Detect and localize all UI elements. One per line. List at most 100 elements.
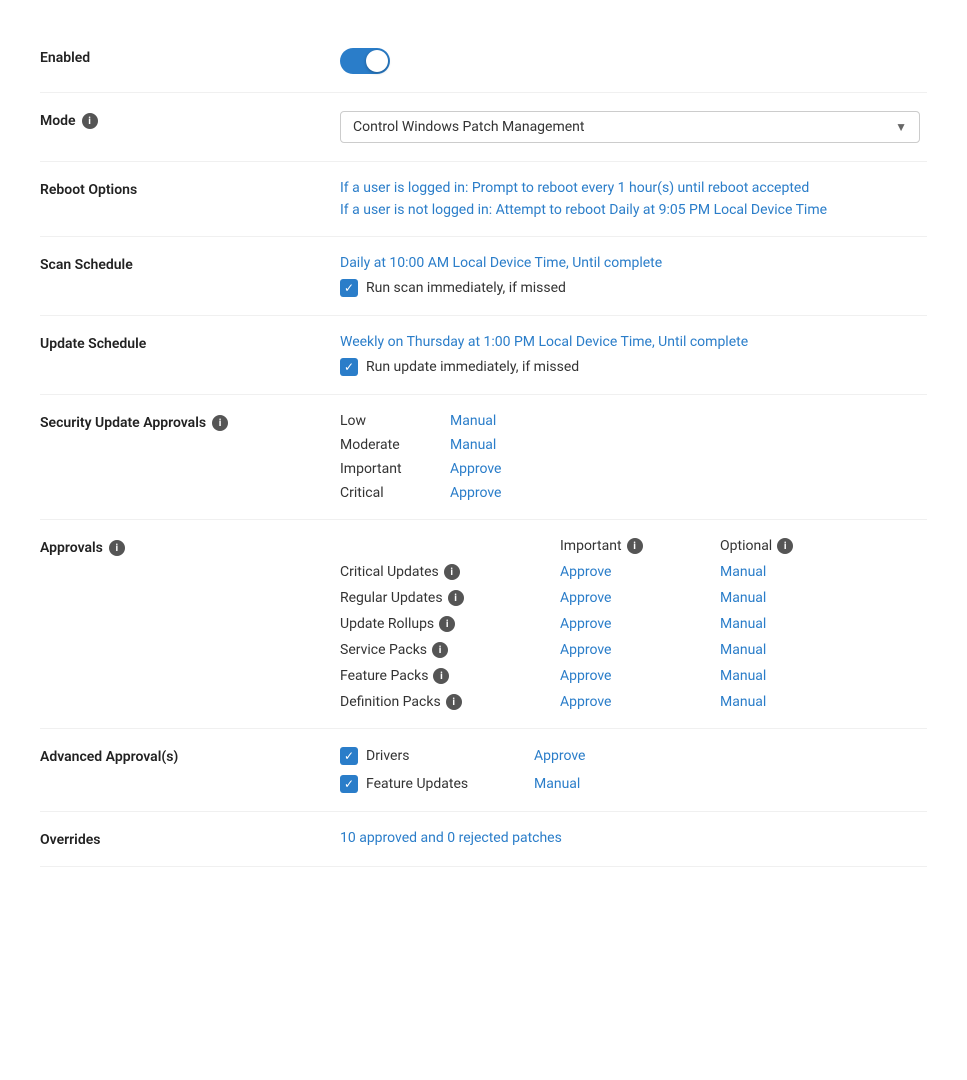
approval-row-info-icon[interactable]: i <box>433 668 449 684</box>
approval-row-optional[interactable]: Manual <box>720 694 880 710</box>
approvals-grid: Important i Optional i Critical Updates … <box>340 538 927 710</box>
overrides-value: 10 approved and 0 rejected patches <box>340 830 927 846</box>
security-level-value[interactable]: Approve <box>450 485 501 501</box>
approval-row-name: Regular Updates i <box>340 590 560 606</box>
approval-row-optional[interactable]: Manual <box>720 590 880 606</box>
approval-row-name: Update Rollups i <box>340 616 560 632</box>
scan-checkbox-row: ✓ Run scan immediately, if missed <box>340 279 927 297</box>
advanced-name: Drivers <box>366 748 526 764</box>
approval-data-row: Regular Updates i Approve Manual <box>340 590 927 606</box>
approval-row-info-icon[interactable]: i <box>448 590 464 606</box>
approvals-col-optional-header: Optional i <box>720 538 880 554</box>
advanced-approval-row: ✓ Feature Updates Manual <box>340 775 927 793</box>
approvals-col-important-header: Important i <box>560 538 720 554</box>
approval-row-optional[interactable]: Manual <box>720 642 880 658</box>
approvals-important-label: Important <box>560 538 622 554</box>
dropdown-arrow-icon: ▼ <box>895 120 907 134</box>
update-checkbox[interactable]: ✓ <box>340 358 358 376</box>
approvals-value: Important i Optional i Critical Updates … <box>340 538 927 710</box>
enabled-label-text: Enabled <box>40 50 90 66</box>
enabled-row: Enabled <box>40 30 927 93</box>
advanced-approvals-value: ✓ Drivers Approve ✓ Feature Updates Manu… <box>340 747 927 793</box>
enabled-value <box>340 48 927 74</box>
approval-row-important[interactable]: Approve <box>560 564 720 580</box>
advanced-checkbox[interactable]: ✓ <box>340 775 358 793</box>
approvals-important-info-icon[interactable]: i <box>627 538 643 554</box>
mode-value: Control Windows Patch Management ▼ <box>340 111 927 143</box>
approval-row-important[interactable]: Approve <box>560 668 720 684</box>
security-level-value[interactable]: Manual <box>450 437 496 453</box>
security-approvals-row: Security Update Approvals i Low Manual M… <box>40 395 927 520</box>
mode-row: Mode i Control Windows Patch Management … <box>40 93 927 162</box>
advanced-name: Feature Updates <box>366 776 526 792</box>
approval-row-name: Feature Packs i <box>340 668 560 684</box>
reboot-options-label-text: Reboot Options <box>40 182 137 198</box>
approval-row-important[interactable]: Approve <box>560 642 720 658</box>
mode-label-text: Mode <box>40 113 76 129</box>
scan-schedule-label-text: Scan Schedule <box>40 257 133 273</box>
approval-row-info-icon[interactable]: i <box>446 694 462 710</box>
approvals-label: Approvals i <box>40 538 340 556</box>
approvals-optional-info-icon[interactable]: i <box>777 538 793 554</box>
security-level-label: Moderate <box>340 437 430 453</box>
advanced-checkbox[interactable]: ✓ <box>340 747 358 765</box>
approval-row-info-icon[interactable]: i <box>432 642 448 658</box>
approvals-data-list: Critical Updates i Approve Manual Regula… <box>340 564 927 710</box>
advanced-checkmark: ✓ <box>344 750 354 762</box>
reboot-options-label: Reboot Options <box>40 180 340 198</box>
security-approvals-info-icon[interactable]: i <box>212 415 228 431</box>
overrides-label: Overrides <box>40 830 340 848</box>
mode-dropdown[interactable]: Control Windows Patch Management ▼ <box>340 111 920 143</box>
advanced-approval-row: ✓ Drivers Approve <box>340 747 927 765</box>
enabled-label: Enabled <box>40 48 340 66</box>
update-schedule-label: Update Schedule <box>40 334 340 352</box>
approval-data-row: Feature Packs i Approve Manual <box>340 668 927 684</box>
overrides-row: Overrides 10 approved and 0 rejected pat… <box>40 812 927 867</box>
security-level-value[interactable]: Manual <box>450 413 496 429</box>
mode-dropdown-text: Control Windows Patch Management <box>353 119 584 135</box>
reboot-line1[interactable]: If a user is logged in: Prompt to reboot… <box>340 180 927 196</box>
overrides-link[interactable]: 10 approved and 0 rejected patches <box>340 830 927 846</box>
security-approval-row: Critical Approve <box>340 485 927 501</box>
approval-data-row: Update Rollups i Approve Manual <box>340 616 927 632</box>
update-schedule-link[interactable]: Weekly on Thursday at 1:00 PM Local Devi… <box>340 334 927 350</box>
update-checkbox-label: Run update immediately, if missed <box>366 359 579 375</box>
advanced-value[interactable]: Approve <box>534 748 585 764</box>
approvals-info-icon[interactable]: i <box>109 540 125 556</box>
approvals-row: Approvals i Important i Optional i Criti… <box>40 520 927 729</box>
approval-row-important[interactable]: Approve <box>560 694 720 710</box>
approvals-label-text: Approvals <box>40 540 103 556</box>
security-approval-row: Moderate Manual <box>340 437 927 453</box>
advanced-checkmark: ✓ <box>344 778 354 790</box>
scan-schedule-value: Daily at 10:00 AM Local Device Time, Unt… <box>340 255 927 297</box>
update-checkmark: ✓ <box>344 361 354 373</box>
approval-row-important[interactable]: Approve <box>560 616 720 632</box>
mode-info-icon[interactable]: i <box>82 113 98 129</box>
approval-row-important[interactable]: Approve <box>560 590 720 606</box>
approval-row-optional[interactable]: Manual <box>720 616 880 632</box>
scan-checkmark: ✓ <box>344 282 354 294</box>
update-schedule-label-text: Update Schedule <box>40 336 146 352</box>
approval-row-name: Service Packs i <box>340 642 560 658</box>
advanced-approvals-row: Advanced Approval(s) ✓ Drivers Approve ✓… <box>40 729 927 812</box>
approvals-optional-label: Optional <box>720 538 772 554</box>
advanced-value[interactable]: Manual <box>534 776 580 792</box>
toggle-knob <box>366 50 388 72</box>
scan-checkbox[interactable]: ✓ <box>340 279 358 297</box>
security-level-value[interactable]: Approve <box>450 461 501 477</box>
security-level-label: Important <box>340 461 430 477</box>
approval-row-info-icon[interactable]: i <box>439 616 455 632</box>
security-approval-row: Low Manual <box>340 413 927 429</box>
update-schedule-row: Update Schedule Weekly on Thursday at 1:… <box>40 316 927 395</box>
enabled-toggle[interactable] <box>340 48 390 74</box>
scan-checkbox-label: Run scan immediately, if missed <box>366 280 566 296</box>
reboot-line2[interactable]: If a user is not logged in: Attempt to r… <box>340 202 927 218</box>
scan-schedule-link[interactable]: Daily at 10:00 AM Local Device Time, Unt… <box>340 255 927 271</box>
security-approvals-list: Low Manual Moderate Manual Important App… <box>340 413 927 501</box>
approval-row-optional[interactable]: Manual <box>720 564 880 580</box>
approval-row-optional[interactable]: Manual <box>720 668 880 684</box>
security-approvals-label-text: Security Update Approvals <box>40 415 206 431</box>
approval-row-info-icon[interactable]: i <box>444 564 460 580</box>
approval-row-name: Definition Packs i <box>340 694 560 710</box>
advanced-approvals-label: Advanced Approval(s) <box>40 747 340 765</box>
